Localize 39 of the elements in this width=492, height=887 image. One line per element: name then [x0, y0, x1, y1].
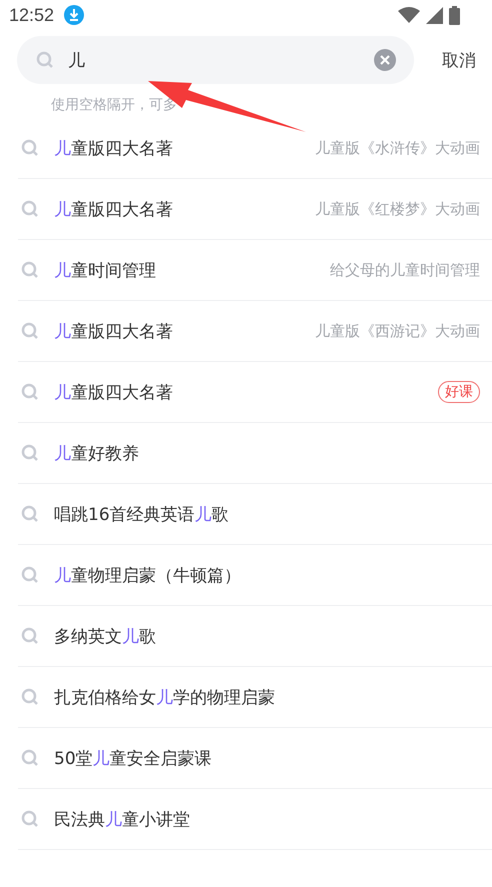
suggestion-subtitle: 儿童版《西游记》大动画	[315, 322, 480, 340]
cancel-button[interactable]: 取消	[442, 48, 476, 72]
suggestion-item[interactable]: 儿童版四大名著	[54, 198, 315, 220]
search-query: 儿	[68, 50, 86, 72]
suggestion-item[interactable]: 儿童版四大名著	[54, 380, 438, 404]
suggestion-subtitle: 儿童版《水浒传》大动画	[315, 138, 480, 158]
suggestion-item[interactable]: 儿童版四大名著	[54, 320, 315, 342]
search-icon	[21, 200, 39, 218]
search-icon	[21, 383, 39, 401]
suggestion-item[interactable]: 儿童时间管理	[54, 258, 330, 282]
search-icon	[21, 322, 39, 340]
course-tag: 好课	[438, 381, 480, 403]
suggestion-item[interactable]: 儿童好教养	[54, 442, 492, 464]
search-icon	[21, 810, 39, 828]
battery-icon	[449, 6, 460, 24]
wifi-icon	[398, 7, 420, 23]
signal-icon	[426, 6, 443, 24]
download-icon	[64, 5, 84, 25]
search-icon	[21, 749, 39, 767]
search-field[interactable]: 儿	[17, 36, 414, 84]
search-icon	[21, 444, 39, 462]
suggestion-item[interactable]: 多纳英文儿歌	[54, 624, 492, 648]
search-icon	[21, 505, 39, 523]
suggestion-item[interactable]: 儿童版四大名著	[54, 136, 315, 160]
search-icon	[36, 51, 54, 69]
clear-icon[interactable]	[374, 49, 396, 71]
search-icon	[21, 627, 39, 645]
suggestion-item[interactable]: 扎克伯格给女儿学的物理启蒙	[54, 686, 492, 708]
search-icon	[21, 261, 39, 279]
suggestion-item[interactable]: 唱跳16首经典英语儿歌	[54, 502, 492, 526]
suggestion-item[interactable]: 儿童物理启蒙（牛顿篇）	[54, 564, 492, 586]
suggestion-item[interactable]: 民法典儿童小讲堂	[54, 808, 492, 830]
search-icon	[21, 566, 39, 584]
search-icon	[21, 139, 39, 157]
status-time: 12:52	[9, 4, 54, 26]
suggestion-subtitle: 给父母的儿童时间管理	[330, 260, 480, 280]
suggestion-item[interactable]: 50堂儿童安全启蒙课	[54, 746, 492, 770]
suggestion-subtitle: 儿童版《红楼梦》大动画	[315, 200, 480, 218]
search-icon	[21, 688, 39, 706]
